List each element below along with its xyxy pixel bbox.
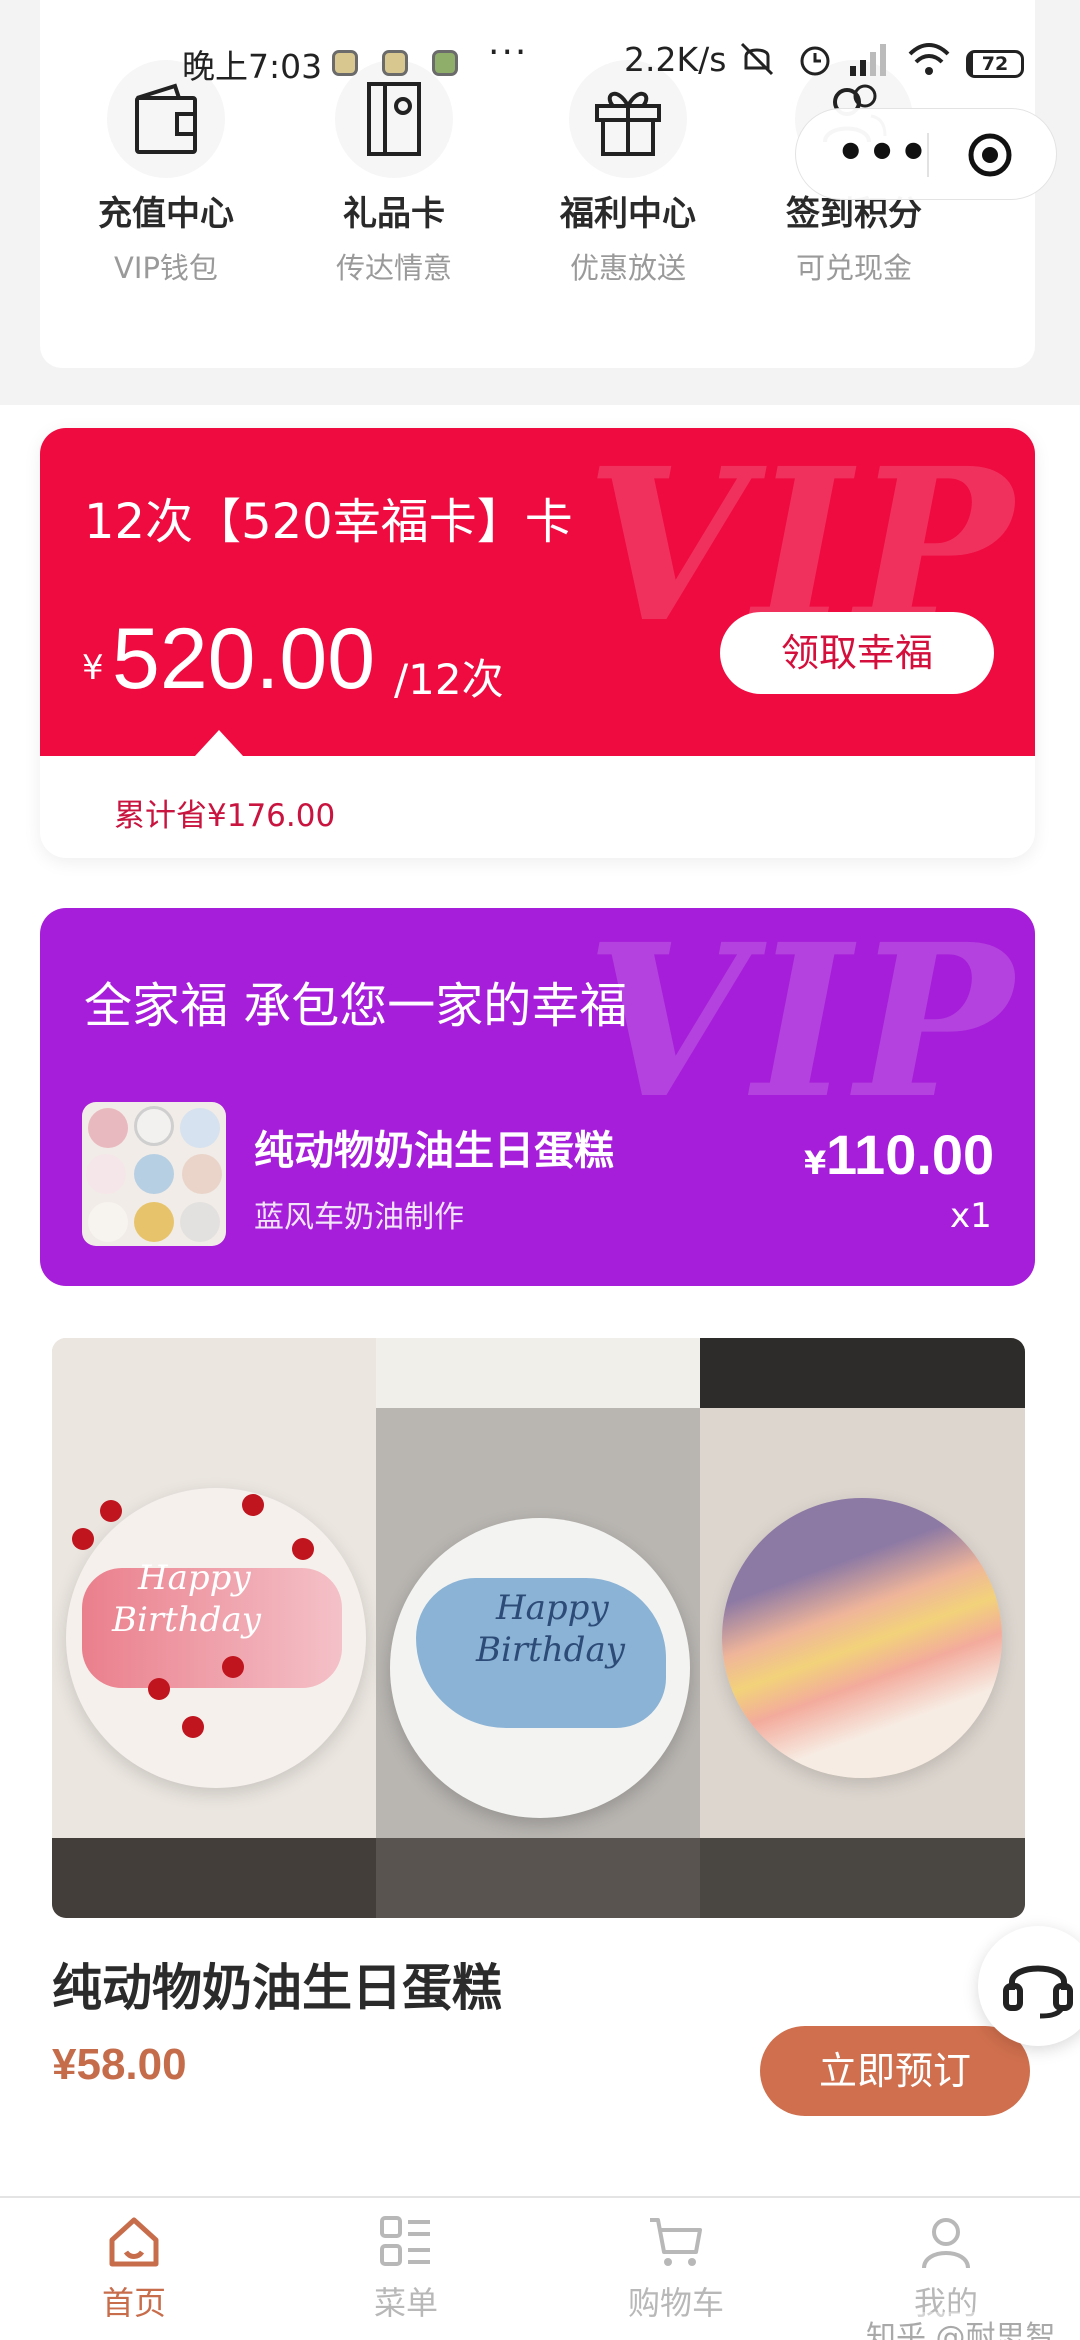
banner-bottom-strip (376, 1838, 700, 1918)
tab-menu[interactable]: 菜单 (306, 2212, 506, 2324)
status-time: 晚上7:03 (182, 47, 323, 86)
mini-program-capsule: ••• (795, 108, 1057, 200)
quick-menu-title: 充值中心 (98, 194, 234, 234)
vip-price: 520.00 (112, 611, 376, 707)
vip-price-unit: /12次 (394, 655, 504, 704)
tab-label: 菜单 (373, 2284, 438, 2322)
vip-card-notch (195, 730, 243, 756)
product-banner-image[interactable]: Happy Birthday Happy Birthday (52, 1338, 1025, 1918)
cherry (242, 1494, 264, 1516)
menu-grid-icon (380, 2216, 430, 2266)
cake-text: Birthday (112, 1600, 261, 1640)
tab-profile[interactable]: 我的 (846, 2212, 1046, 2324)
vip-card-title: 12次【520幸福卡】卡 (84, 494, 573, 550)
banner-bottom-strip (700, 1838, 1025, 1918)
quick-menu-title: 福利中心 (560, 194, 696, 234)
cart-icon (650, 2218, 702, 2266)
signal-icon (850, 44, 886, 76)
cherry (292, 1538, 314, 1560)
family-product-name: 纯动物奶油生日蛋糕 (254, 1128, 614, 1174)
tab-label: 首页 (101, 2284, 166, 2322)
banner-top-strip (376, 1338, 700, 1408)
status-more-icon: ··· (488, 32, 529, 73)
vip-card[interactable]: VIP 12次【520幸福卡】卡 ¥ 520.00 /12次 领取幸福 累计省¥… (40, 428, 1035, 858)
cake-image (722, 1498, 1002, 1778)
quick-menu-subtitle: 优惠放送 (569, 251, 686, 285)
banner-panel-right (700, 1338, 1025, 1918)
cake-text: Birthday (476, 1630, 625, 1670)
cake-text: Happy (138, 1558, 251, 1598)
network-speed: 2.2K/s (624, 40, 727, 79)
battery-indicator: 72 (966, 50, 1024, 78)
cherry (182, 1716, 204, 1738)
order-now-button[interactable]: 立即预订 (760, 2026, 1030, 2116)
banner-panel-middle: Happy Birthday (376, 1338, 700, 1918)
quick-menu-title: 礼品卡 (343, 194, 445, 234)
banner-bottom-strip (52, 1838, 376, 1918)
banner-top-strip (700, 1338, 1025, 1408)
vip-saved-amount: 累计省¥176.00 (114, 798, 336, 834)
family-quantity: x1 (950, 1196, 992, 1236)
home-icon (109, 2217, 159, 2267)
vip-card-header: VIP 12次【520幸福卡】卡 ¥ 520.00 /12次 领取幸福 (40, 428, 1035, 756)
target-close-icon[interactable] (966, 131, 1014, 179)
more-dots-icon[interactable]: ••• (836, 125, 930, 179)
app-notification-icon (382, 50, 408, 76)
product-name: 纯动物奶油生日蛋糕 (52, 1959, 502, 2017)
family-price-symbol: ¥ (804, 1144, 827, 1182)
cherry (222, 1656, 244, 1678)
mute-icon (740, 42, 774, 76)
cherry (100, 1500, 122, 1522)
tab-label: 购物车 (627, 2284, 724, 2322)
product-thumbnail (82, 1102, 226, 1246)
banner-panel-left: Happy Birthday (52, 1338, 376, 1918)
profile-icon (922, 2218, 970, 2269)
family-card-title: 全家福 承包您一家的幸福 (84, 978, 628, 1034)
cherry (148, 1678, 170, 1700)
product-price: ¥58.00 (52, 2040, 187, 2089)
claim-happiness-button[interactable]: 领取幸福 (720, 612, 994, 694)
family-card[interactable]: VIP 全家福 承包您一家的幸福 纯动物奶油生日蛋糕 蓝风车奶油制作 ¥ 110… (40, 908, 1035, 1286)
quick-menu-subtitle: 可兑现金 (795, 251, 912, 285)
tab-cart[interactable]: 购物车 (576, 2212, 776, 2324)
platform-watermark: 知乎 @耐思智慧 (866, 2312, 1080, 2340)
vip-price-symbol: ¥ (82, 648, 104, 688)
family-price: 110.00 (826, 1123, 995, 1186)
tab-home[interactable]: 首页 (34, 2212, 234, 2324)
family-watermark: VIP (585, 908, 1017, 1145)
app-notification-icon (332, 50, 358, 76)
wifi-icon (908, 43, 950, 75)
family-product-maker: 蓝风车奶油制作 (254, 1200, 464, 1235)
app-notification-icon (432, 50, 458, 76)
quick-menu-subtitle: 传达情意 (335, 251, 452, 285)
capsule-divider (927, 133, 929, 177)
cake-text: Happy (496, 1588, 609, 1628)
status-bar: 晚上7:03 ··· 2.2K/s 72 (0, 28, 1080, 98)
quick-menu-subtitle: VIP钱包 (114, 251, 218, 285)
alarm-icon (800, 46, 830, 76)
cherry (72, 1528, 94, 1550)
headset-icon (1003, 1965, 1073, 2019)
